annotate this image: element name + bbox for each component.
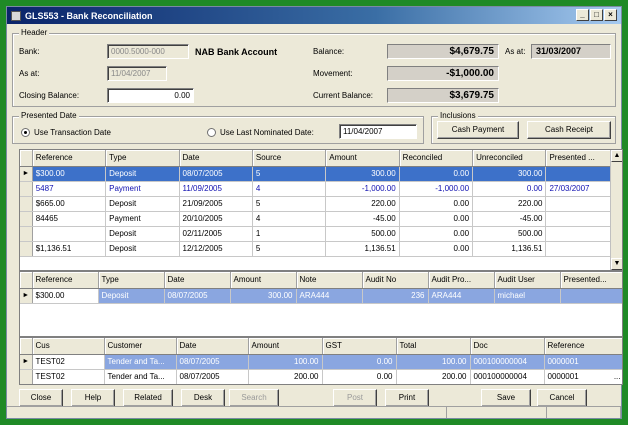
title-bar: GLS553 - Bank Reconciliation _ □ × [7, 7, 621, 24]
desk-button[interactable]: Desk [181, 389, 225, 407]
app-icon [11, 10, 21, 21]
scroll-up-icon[interactable]: ▲ [611, 150, 622, 162]
inclusions-group-title: Inclusions [438, 111, 478, 120]
table-row[interactable]: TEST02 Tender and Ta... 08/07/2005 200.0… [20, 369, 622, 384]
current-balance-value: $3,679.75 [387, 88, 499, 103]
nominated-date-field[interactable]: 11/04/2007 [339, 124, 417, 139]
bank-label: Bank: [19, 47, 40, 56]
closing-balance-label: Closing Balance: [19, 91, 80, 100]
column-header[interactable]: Date [179, 150, 253, 167]
row-pointer-icon: ► [20, 354, 33, 370]
column-header[interactable]: GST [322, 338, 397, 355]
transactions-grid[interactable]: Reference Type Date Source Amount Reconc… [19, 149, 623, 271]
table-row[interactable]: ► TEST02 Tender and Ta... 08/07/2005 100… [20, 354, 622, 370]
column-header[interactable]: Reference [544, 338, 622, 355]
column-header[interactable]: Cus [32, 338, 105, 355]
column-header[interactable]: Audit No [362, 272, 429, 289]
as-at-field[interactable]: 11/04/2007 [107, 66, 167, 81]
column-header[interactable]: Reference [32, 272, 99, 289]
as-at-label: As at: [19, 69, 40, 78]
use-transaction-date-radio[interactable] [21, 128, 30, 137]
table-row[interactable]: 84465 Payment 20/10/2005 4 -45.00 0.00 -45.… [20, 211, 622, 227]
table-row[interactable]: ► $300.00 Deposit 08/07/2005 5 300.00 0.00 … [20, 166, 622, 182]
close-button[interactable]: Close [19, 389, 63, 407]
bank-name: NAB Bank Account [195, 47, 278, 57]
column-header[interactable]: Amount [230, 272, 297, 289]
column-header[interactable]: Audit Pro... [428, 272, 495, 289]
use-transaction-date-label: Use Transaction Date [34, 128, 111, 137]
column-header[interactable]: Audit User [494, 272, 561, 289]
column-header[interactable]: Date [164, 272, 231, 289]
status-bar [7, 406, 621, 418]
column-header[interactable]: Note [296, 272, 363, 289]
save-button[interactable]: Save [481, 389, 531, 407]
row-pointer-icon: ► [20, 166, 33, 182]
balance-as-at-label: As at: [505, 47, 526, 56]
table-row[interactable]: Deposit 02/11/2005 1 500.00 0.00 500.00 [20, 226, 622, 242]
column-header[interactable]: Reference [32, 150, 107, 167]
use-last-nominated-date-label: Use Last Nominated Date: [220, 128, 314, 137]
print-button[interactable]: Print [385, 389, 429, 407]
current-balance-label: Current Balance: [313, 91, 374, 100]
balance-value: $4,679.75 [387, 44, 499, 59]
row-ellipsis-button[interactable]: ... [614, 372, 621, 381]
header-group-title: Header [19, 28, 50, 37]
cancel-button[interactable]: Cancel [537, 389, 587, 407]
table-row[interactable]: $1,136.51 Deposit 12/12/2005 5 1,136.51 0.0… [20, 241, 622, 257]
help-button[interactable]: Help [71, 389, 115, 407]
column-header[interactable]: Type [98, 272, 165, 289]
close-icon[interactable]: × [604, 9, 617, 21]
table-row[interactable]: ► $300.00 Deposit 08/07/2005 300.00 ARA4… [20, 288, 622, 304]
balance-as-at-value: 31/03/2007 [531, 44, 611, 59]
cash-payment-button[interactable]: Cash Payment [437, 121, 519, 139]
transactions-header-row: Reference Type Date Source Amount Reconc… [20, 150, 622, 167]
table-row[interactable]: 5487 Payment 11/09/2005 4 -1,000.00 -1,000.… [20, 181, 622, 197]
movement-label: Movement: [313, 69, 353, 78]
column-header[interactable]: Reconciled [399, 150, 474, 167]
minimize-icon[interactable]: _ [576, 9, 589, 21]
balance-label: Balance: [313, 47, 345, 56]
post-button[interactable]: Post [333, 389, 377, 407]
column-header[interactable]: Amount [248, 338, 323, 355]
column-header[interactable]: Total [396, 338, 471, 355]
presented-date-group-title: Presented Date [19, 111, 79, 120]
column-header[interactable]: Source [252, 150, 327, 167]
audit-grid[interactable]: Reference Type Date Amount Note Audit No… [19, 271, 623, 337]
customer-grid[interactable]: Cus Customer Date Amount GST Total Doc R… [19, 337, 623, 385]
audit-header-row: Reference Type Date Amount Note Audit No… [20, 272, 622, 289]
row-pointer-icon: ► [20, 288, 33, 304]
column-header[interactable]: Type [105, 150, 180, 167]
column-header[interactable]: Unreconciled [472, 150, 547, 167]
maximize-icon[interactable]: □ [590, 9, 603, 21]
column-header[interactable]: Presented... [560, 272, 622, 289]
column-header[interactable]: Customer [104, 338, 177, 355]
column-header[interactable]: Date [176, 338, 249, 355]
bank-code-field[interactable]: 0000.5000-000 [107, 44, 189, 59]
bank-reconciliation-window: GLS553 - Bank Reconciliation _ □ × Heade… [6, 6, 623, 419]
window-title: GLS553 - Bank Reconciliation [25, 10, 153, 21]
customer-header-row: Cus Customer Date Amount GST Total Doc R… [20, 338, 622, 355]
column-header[interactable]: Amount [325, 150, 400, 167]
table-row[interactable]: $665.00 Deposit 21/09/2005 5 220.00 0.00 22… [20, 196, 622, 212]
closing-balance-field[interactable]: 0.00 [107, 88, 194, 103]
search-button[interactable]: Search [229, 389, 279, 407]
column-header[interactable]: Doc [470, 338, 545, 355]
related-button[interactable]: Related [123, 389, 173, 407]
scroll-down-icon[interactable]: ▼ [611, 258, 622, 270]
use-last-nominated-date-radio[interactable] [207, 128, 216, 137]
transactions-scrollbar[interactable]: ▲ ▼ [610, 150, 622, 270]
movement-value: -$1,000.00 [387, 66, 499, 81]
cash-receipt-button[interactable]: Cash Receipt [527, 121, 611, 139]
